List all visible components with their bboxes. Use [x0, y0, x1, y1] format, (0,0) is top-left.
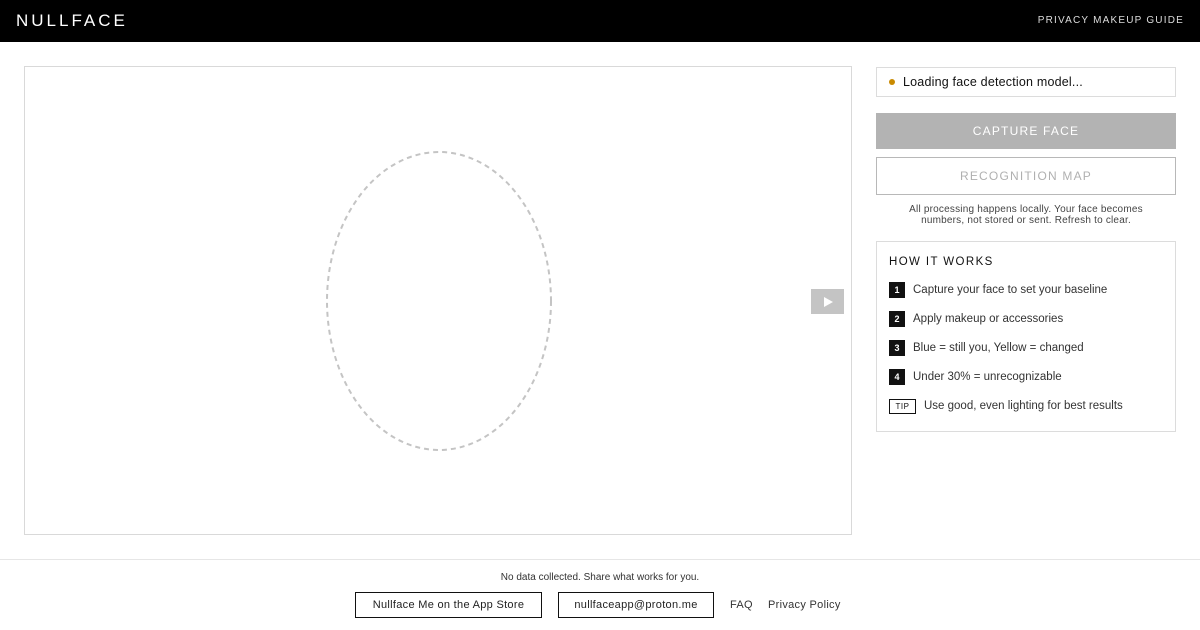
step-number: 1	[889, 282, 905, 298]
step-item: 3 Blue = still you, Yellow = changed	[889, 340, 1084, 356]
step-number: 3	[889, 340, 905, 356]
step-text: Apply makeup or accessories	[913, 313, 1064, 325]
top-bar: NULLFACE PRIVACY MAKEUP GUIDE	[0, 0, 1200, 42]
step-text: Blue = still you, Yellow = changed	[913, 342, 1084, 354]
privacy-note-line: numbers, not stored or sent. Refresh to …	[921, 215, 1131, 226]
tip-badge: TIP	[889, 398, 916, 414]
camera-view	[24, 66, 852, 535]
email-button[interactable]: nullfaceapp@proton.me	[558, 592, 714, 618]
play-button[interactable]	[811, 289, 844, 314]
tip-text: Use good, even lighting for best results	[924, 400, 1123, 412]
status-text: Loading face detection model...	[903, 75, 1083, 89]
app-store-button[interactable]: Nullface Me on the App Store	[355, 592, 542, 618]
how-it-works-title: HOW IT WORKS	[889, 256, 994, 268]
recognition-map-button[interactable]: RECOGNITION MAP	[876, 157, 1176, 195]
faq-link[interactable]: FAQ	[730, 599, 753, 611]
step-item: 4 Under 30% = unrecognizable	[889, 369, 1062, 385]
privacy-makeup-guide-link[interactable]: PRIVACY MAKEUP GUIDE	[1038, 15, 1184, 26]
step-number: 2	[889, 311, 905, 327]
step-item: 1 Capture your face to set your baseline	[889, 282, 1107, 298]
status-dot-icon	[889, 79, 895, 85]
step-text: Under 30% = unrecognizable	[913, 371, 1062, 383]
step-text: Capture your face to set your baseline	[913, 284, 1108, 296]
footer-note: No data collected. Share what works for …	[500, 572, 700, 583]
footer-divider	[0, 559, 1200, 560]
step-item: 2 Apply makeup or accessories	[889, 311, 1063, 327]
face-guide-oval-icon	[326, 151, 552, 451]
step-number: 4	[889, 369, 905, 385]
capture-face-button[interactable]: CAPTURE FACE	[876, 113, 1176, 149]
privacy-note-line: All processing happens locally. Your fac…	[909, 204, 1143, 215]
how-it-works-panel: HOW IT WORKS 1 Capture your face to set …	[876, 241, 1176, 432]
logo[interactable]: NULLFACE	[16, 11, 128, 31]
status-indicator: Loading face detection model...	[876, 67, 1176, 97]
privacy-note: All processing happens locally. Your fac…	[876, 204, 1176, 226]
tip-item: TIP Use good, even lighting for best res…	[889, 398, 1123, 414]
privacy-policy-link[interactable]: Privacy Policy	[768, 599, 841, 611]
play-icon	[823, 296, 833, 307]
